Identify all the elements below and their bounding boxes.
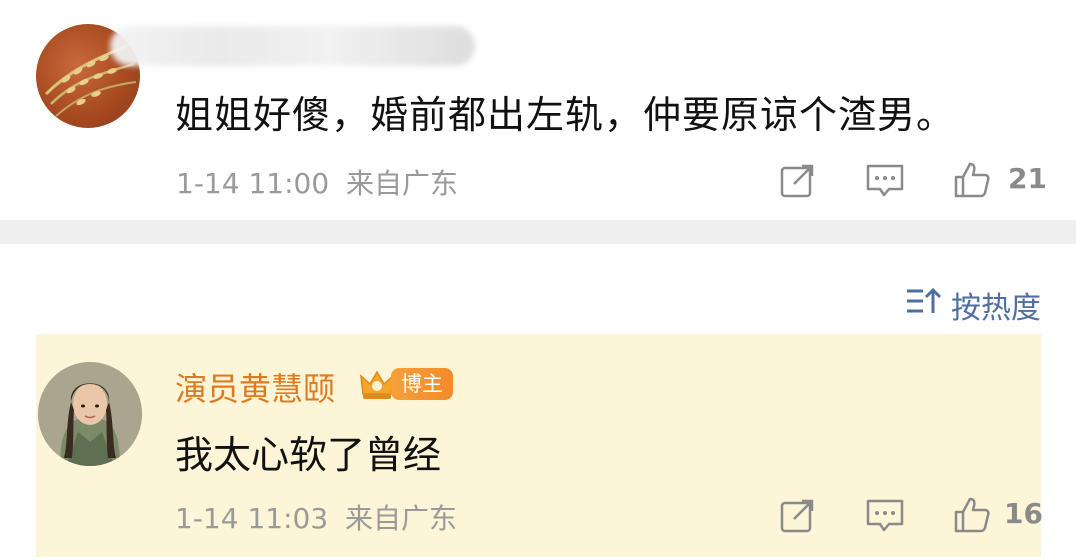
comment-text: 姐姐好傻，婚前都出左轨，仲要原谅个渣男。 <box>175 93 956 137</box>
timestamp: 1-14 11:00 <box>176 167 330 200</box>
comment-meta: 1-14 11:00 来自广东 <box>176 162 458 202</box>
like-icon[interactable] <box>952 160 992 200</box>
author-name[interactable]: 演员黄慧颐 <box>175 364 335 410</box>
location: 来自广东 <box>346 167 459 200</box>
comment-actions: 16 <box>778 495 1043 535</box>
section-divider <box>0 220 1076 244</box>
comment-meta: 1-14 11:03 来自广东 <box>175 497 457 537</box>
comment-actions: 21 <box>778 160 1048 200</box>
like-count: 21 <box>1008 162 1047 195</box>
comment-item-highlighted: 演员黄慧颐 博主 我太心软了曾经 1-14 11:03 来自广东 16 <box>36 334 1043 557</box>
sort-label: 按热度 <box>951 291 1041 326</box>
portrait-image <box>38 362 142 466</box>
timestamp: 1-14 11:03 <box>175 502 329 535</box>
blurred-username <box>110 26 475 66</box>
blogger-badge: 博主 <box>391 368 453 400</box>
comment-icon[interactable] <box>865 160 905 200</box>
avatar[interactable] <box>38 362 142 466</box>
comment-thread: 姐姐好傻，婚前都出左轨，仲要原谅个渣男。 1-14 11:00 来自广东 21 <box>0 0 1076 560</box>
location: 来自广东 <box>345 502 458 535</box>
like-count: 16 <box>1004 497 1043 530</box>
comment-text: 我太心软了曾经 <box>175 433 442 477</box>
share-icon[interactable] <box>778 160 818 200</box>
comment-item: 姐姐好傻，婚前都出左轨，仲要原谅个渣男。 1-14 11:00 来自广东 21 <box>0 0 1076 220</box>
like-icon[interactable] <box>952 495 992 535</box>
share-icon[interactable] <box>778 495 818 535</box>
sort-icon <box>907 287 942 313</box>
comment-icon[interactable] <box>865 495 905 535</box>
